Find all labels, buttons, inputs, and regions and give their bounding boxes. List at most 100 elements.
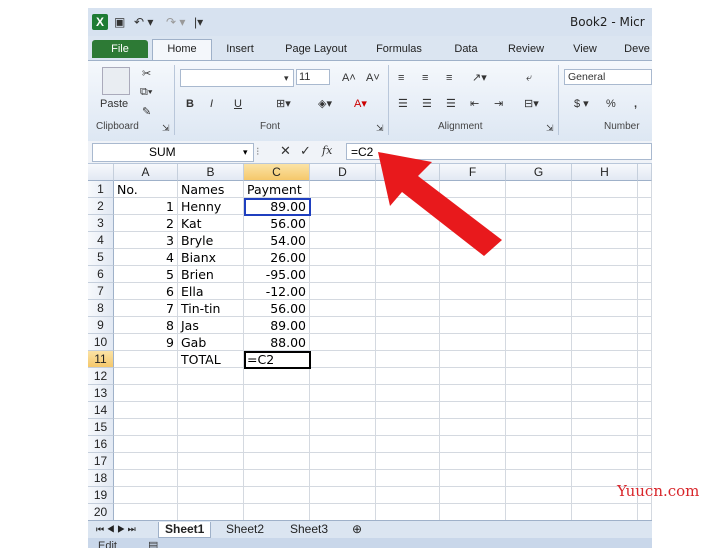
row-header[interactable]: 19: [88, 487, 114, 504]
sheet-nav-icon[interactable]: ⏮ ◀ ▶ ⏭: [90, 522, 142, 537]
tab-home[interactable]: Home: [152, 39, 212, 61]
currency-button[interactable]: $ ▾: [574, 97, 589, 111]
row-header[interactable]: 16: [88, 436, 114, 453]
row-header[interactable]: 14: [88, 402, 114, 419]
cell[interactable]: 4: [114, 249, 178, 266]
cell[interactable]: [178, 470, 244, 487]
cell[interactable]: [506, 351, 572, 368]
column-header-g[interactable]: G: [506, 164, 572, 181]
sheet-tab-2[interactable]: Sheet2: [220, 522, 270, 537]
cell[interactable]: [506, 402, 572, 419]
cell[interactable]: [572, 385, 638, 402]
cell[interactable]: [440, 504, 506, 521]
align-middle-icon[interactable]: ≡: [422, 71, 428, 85]
cell[interactable]: [310, 470, 376, 487]
copy-icon[interactable]: ⧉▾: [140, 85, 152, 99]
cut-icon[interactable]: ✂: [142, 67, 151, 81]
cell[interactable]: [310, 300, 376, 317]
cell[interactable]: [244, 504, 310, 521]
cell[interactable]: [310, 436, 376, 453]
row-header[interactable]: 12: [88, 368, 114, 385]
align-bottom-icon[interactable]: ≡: [446, 71, 452, 85]
cell[interactable]: [114, 419, 178, 436]
cell[interactable]: -12.00: [244, 283, 310, 300]
cell[interactable]: [506, 487, 572, 504]
row-header[interactable]: 3: [88, 215, 114, 232]
cell[interactable]: 6: [114, 283, 178, 300]
cell[interactable]: Kat: [178, 215, 244, 232]
cell[interactable]: [440, 368, 506, 385]
cell[interactable]: [506, 198, 572, 215]
cell[interactable]: 54.00: [244, 232, 310, 249]
select-all-corner[interactable]: [88, 164, 114, 181]
tab-developer[interactable]: Deve: [620, 40, 652, 58]
cell[interactable]: TOTAL: [178, 351, 244, 368]
cell[interactable]: [440, 317, 506, 334]
clipboard-launcher-icon[interactable]: ⇲: [162, 121, 170, 135]
italic-button[interactable]: I: [210, 97, 213, 111]
cell[interactable]: [638, 283, 652, 300]
increase-indent-icon[interactable]: ⇥: [494, 97, 503, 111]
cell[interactable]: [440, 419, 506, 436]
cell[interactable]: [440, 402, 506, 419]
customize-qa-icon[interactable]: |▾: [194, 14, 203, 30]
cell[interactable]: [310, 419, 376, 436]
cell[interactable]: [114, 470, 178, 487]
cell[interactable]: [310, 487, 376, 504]
tab-file[interactable]: File: [92, 40, 148, 58]
name-box[interactable]: SUM ▾: [92, 143, 254, 162]
cell[interactable]: [506, 317, 572, 334]
cell[interactable]: [244, 402, 310, 419]
cell[interactable]: [506, 436, 572, 453]
cell[interactable]: [114, 351, 178, 368]
cell[interactable]: [376, 470, 440, 487]
cell[interactable]: [310, 402, 376, 419]
cell[interactable]: [638, 351, 652, 368]
cell[interactable]: [244, 368, 310, 385]
row-header[interactable]: 8: [88, 300, 114, 317]
row-header[interactable]: 1: [88, 181, 114, 198]
shrink-font-icon[interactable]: A˅: [366, 71, 380, 85]
cell[interactable]: Ella: [178, 283, 244, 300]
cell[interactable]: 9: [114, 334, 178, 351]
cell[interactable]: [638, 419, 652, 436]
paste-button[interactable]: Paste: [100, 97, 128, 111]
cell[interactable]: [506, 385, 572, 402]
cell[interactable]: [572, 334, 638, 351]
cell[interactable]: [376, 504, 440, 521]
cell[interactable]: [244, 470, 310, 487]
cell[interactable]: [572, 215, 638, 232]
cell[interactable]: [244, 453, 310, 470]
cell[interactable]: [376, 300, 440, 317]
tab-insert[interactable]: Insert: [220, 40, 260, 58]
cell[interactable]: [572, 300, 638, 317]
tab-data[interactable]: Data: [448, 40, 484, 58]
cell[interactable]: Henny: [178, 198, 244, 215]
cell[interactable]: [114, 402, 178, 419]
cell[interactable]: 56.00: [244, 300, 310, 317]
tab-formulas[interactable]: Formulas: [372, 40, 426, 58]
cell[interactable]: [178, 453, 244, 470]
cell[interactable]: [310, 249, 376, 266]
cell[interactable]: [178, 487, 244, 504]
cell[interactable]: [114, 368, 178, 385]
font-size-box[interactable]: 11: [296, 69, 330, 85]
alignment-launcher-icon[interactable]: ⇲: [546, 121, 554, 135]
column-header-b[interactable]: B: [178, 164, 244, 181]
cell[interactable]: [178, 385, 244, 402]
underline-button[interactable]: U: [234, 97, 242, 111]
tab-view[interactable]: View: [568, 40, 602, 58]
row-header[interactable]: 18: [88, 470, 114, 487]
row-header[interactable]: 17: [88, 453, 114, 470]
cell[interactable]: [506, 232, 572, 249]
save-icon[interactable]: ▣: [114, 14, 125, 30]
row-header[interactable]: 15: [88, 419, 114, 436]
orientation-icon[interactable]: ↗▾: [472, 71, 487, 85]
cell[interactable]: [376, 453, 440, 470]
cell[interactable]: [376, 436, 440, 453]
cell[interactable]: [244, 487, 310, 504]
cell[interactable]: [572, 249, 638, 266]
cell[interactable]: [638, 198, 652, 215]
cell[interactable]: [506, 181, 572, 198]
insert-function-icon[interactable]: fx: [322, 144, 332, 158]
